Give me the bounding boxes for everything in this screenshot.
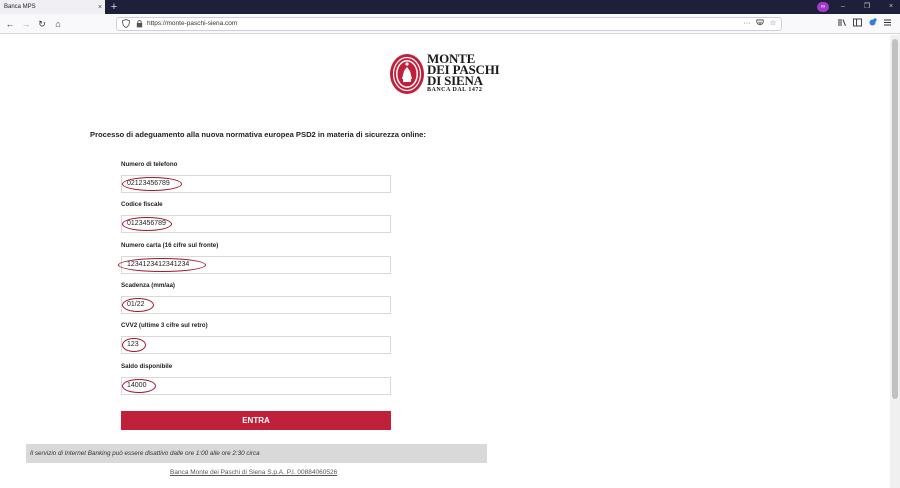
lock-icon[interactable]: [134, 19, 144, 29]
cvv-label: CVV2 (ultime 3 cifre sul retro): [121, 322, 208, 329]
bookmark-star-icon[interactable]: ☆: [768, 19, 778, 29]
phone-field[interactable]: 02123456789: [121, 175, 391, 193]
logo-tagline: BANCA DAL 1472: [427, 87, 483, 93]
card-number-label: Numero carta (16 cifre sul fronte): [121, 242, 219, 249]
card-number-value: 1234123412341234: [127, 261, 190, 268]
url-text[interactable]: https://monte-paschi-siena.com: [147, 20, 237, 27]
tax-code-value: 0123456789: [127, 220, 166, 227]
browser-navbar: ← → ↻ ⌂ https://monte-paschi-siena.com ·…: [0, 14, 900, 34]
close-window-button[interactable]: ×: [884, 1, 898, 13]
seal-icon: [390, 54, 424, 94]
bank-logo: MONTE DEI PASCHI DI SIENA BANCA DAL 1472: [389, 52, 505, 99]
library-icon[interactable]: [836, 18, 848, 30]
cvv-value: 123: [127, 341, 139, 348]
phone-value: 02123456789: [127, 180, 170, 187]
shield-icon[interactable]: [121, 19, 131, 29]
expiry-value: 01/22: [127, 301, 145, 308]
page-actions-icon[interactable]: ···: [742, 19, 752, 29]
back-button[interactable]: ←: [4, 18, 16, 30]
menu-icon[interactable]: [881, 18, 893, 30]
pocket-icon[interactable]: [755, 19, 765, 29]
browser-titlebar: Banca MPS × + ∞ – ❐ ×: [0, 0, 900, 14]
reload-button[interactable]: ↻: [36, 18, 48, 30]
expiry-field[interactable]: 01/22: [121, 296, 391, 314]
balance-field[interactable]: 14000: [121, 377, 391, 395]
minimize-button[interactable]: –: [836, 1, 850, 13]
page-content: MONTE DEI PASCHI DI SIENA BANCA DAL 1472…: [0, 35, 890, 488]
page-heading: Processo di adeguamento alla nuova norma…: [90, 130, 426, 139]
maximize-button[interactable]: ❐: [860, 1, 874, 13]
extension-badge-icon[interactable]: ∞: [817, 2, 829, 12]
service-notice: Il servizio di Internet Banking può esse…: [26, 444, 487, 463]
balance-label: Saldo disponibile: [121, 363, 173, 370]
url-bar[interactable]: https://monte-paschi-siena.com ··· ☆: [116, 17, 782, 31]
tax-code-field[interactable]: 0123456789: [121, 215, 391, 233]
scrollbar-thumb[interactable]: [892, 39, 898, 399]
browser-tab[interactable]: Banca MPS ×: [0, 0, 105, 14]
submit-button[interactable]: ENTRA: [121, 411, 391, 430]
sidebar-icon[interactable]: [851, 18, 863, 30]
tab-close-icon[interactable]: ×: [95, 4, 105, 11]
cvv-field[interactable]: 123: [121, 336, 391, 354]
tax-code-label: Codice fiscale: [121, 201, 163, 208]
home-button[interactable]: ⌂: [52, 18, 64, 30]
new-tab-button[interactable]: +: [108, 1, 120, 13]
expiry-label: Scadenza (mm/aa): [121, 282, 175, 289]
balance-value: 14000: [127, 382, 147, 389]
card-number-field[interactable]: 1234123412341234: [118, 256, 391, 274]
phone-label: Numero di telefono: [121, 161, 178, 168]
extension-icon[interactable]: [866, 18, 878, 30]
tab-title: Banca MPS: [4, 4, 36, 10]
page-scrollbar[interactable]: [890, 35, 900, 488]
forward-button[interactable]: →: [20, 18, 32, 30]
footer-link[interactable]: Banca Monte dei Paschi di Siena S.p.A. P…: [170, 469, 337, 476]
